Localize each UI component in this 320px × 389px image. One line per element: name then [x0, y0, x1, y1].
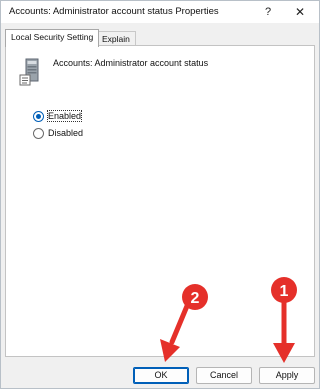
window-title: Accounts: Administrator account status P…: [9, 6, 219, 17]
close-button[interactable]: ✕: [287, 3, 313, 21]
tab-local-security-setting[interactable]: Local Security Setting: [5, 29, 100, 47]
enabled-label[interactable]: Enabled: [46, 110, 83, 122]
ok-button[interactable]: OK: [133, 367, 189, 384]
policy-name: Accounts: Administrator account status: [53, 58, 209, 68]
disabled-label[interactable]: Disabled: [48, 128, 83, 138]
server-policy-icon: [18, 57, 44, 87]
properties-dialog: Accounts: Administrator account status P…: [0, 0, 320, 389]
title-bar: Accounts: Administrator account status P…: [1, 1, 319, 23]
disabled-radio[interactable]: [33, 128, 44, 139]
cancel-button[interactable]: Cancel: [196, 367, 252, 384]
apply-button[interactable]: Apply: [259, 367, 315, 384]
enabled-radio[interactable]: [33, 111, 44, 122]
help-button[interactable]: ?: [255, 3, 281, 21]
tab-panel: Accounts: Administrator account status E…: [5, 45, 315, 357]
